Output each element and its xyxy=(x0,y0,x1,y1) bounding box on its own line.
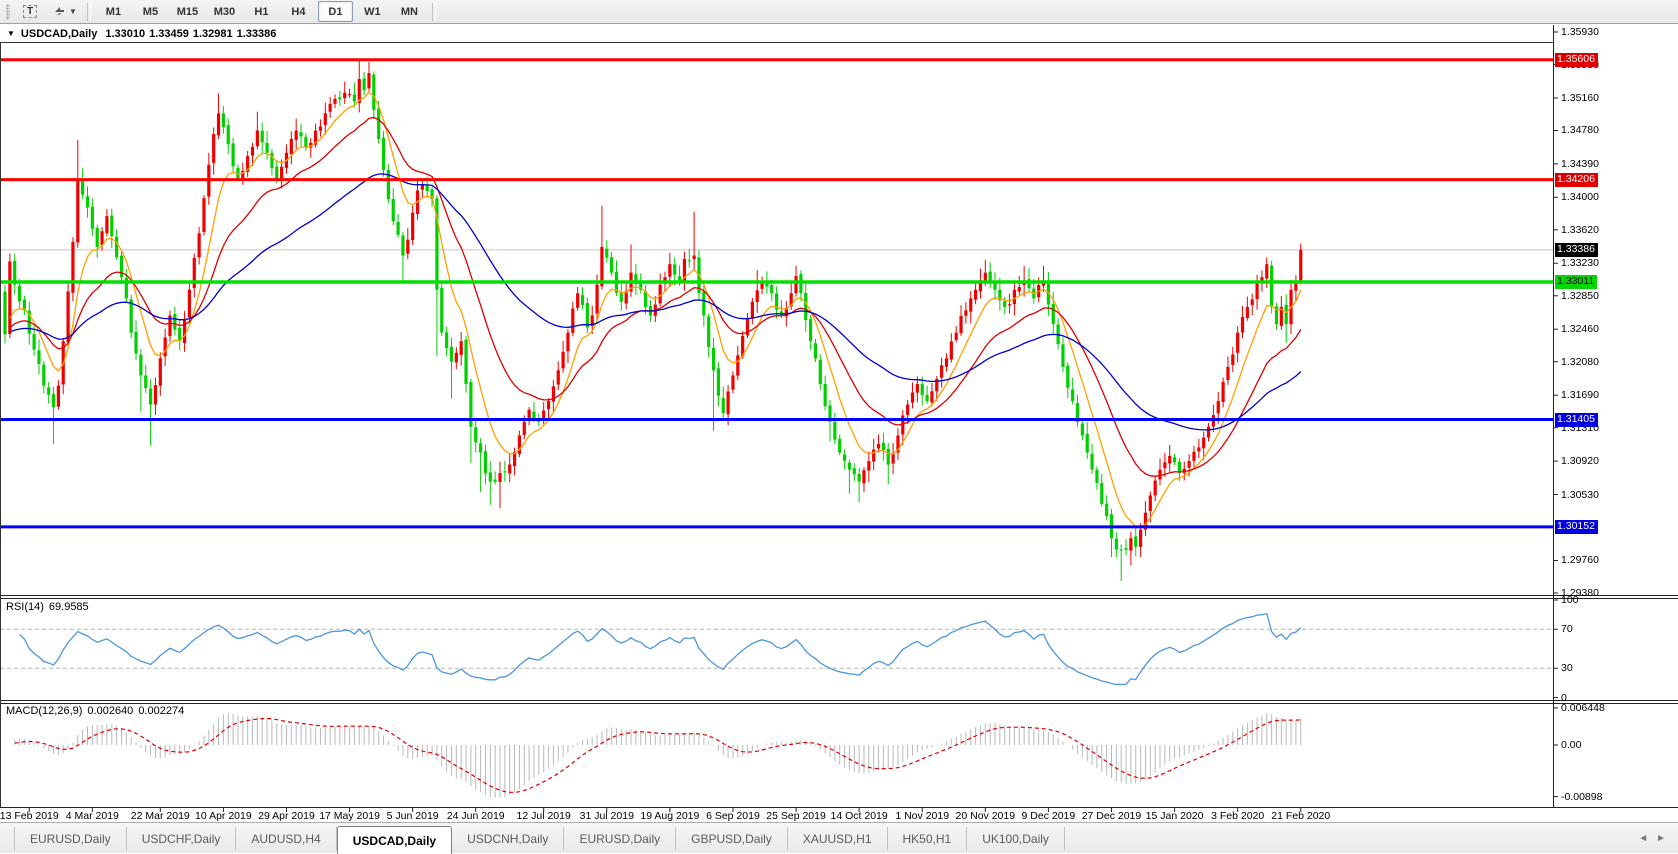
chart-canvas[interactable] xyxy=(0,0,1678,853)
rsi-value: 69.9585 xyxy=(49,601,89,613)
date-tick-label: 4 Mar 2019 xyxy=(66,810,119,822)
tab-eurusd-daily-5[interactable]: EURUSD,Daily xyxy=(564,827,676,850)
date-tick-label: 13 Feb 2019 xyxy=(0,810,59,822)
tab-scroll-right-icon[interactable]: ► xyxy=(1656,833,1666,844)
date-tick-label: 25 Sep 2019 xyxy=(766,810,826,822)
macd-signal-value: 0.002274 xyxy=(138,705,184,717)
panel-frames xyxy=(0,25,1678,808)
macd-axis-tick: 0.006448 xyxy=(1561,702,1605,714)
tab-scroll-left-icon[interactable]: ◄ xyxy=(1638,833,1648,844)
tab-uk100-daily-9[interactable]: UK100,Daily xyxy=(967,827,1065,850)
macd-signal-line xyxy=(15,719,1301,793)
date-tick-label: 6 Sep 2019 xyxy=(706,810,760,822)
date-tick-label: 14 Oct 2019 xyxy=(831,810,888,822)
tab-audusd-h4-2[interactable]: AUDUSD,H4 xyxy=(236,827,336,850)
date-tick-label: 9 Dec 2019 xyxy=(1022,810,1076,822)
price-badge-1.34206: 1.34206 xyxy=(1555,173,1598,187)
price-axis-tick: 1.30530 xyxy=(1561,489,1599,501)
rsi-axis-tick: 100 xyxy=(1561,594,1579,606)
macd-histogram xyxy=(15,713,1301,798)
macd-axis-tick: -0.00898 xyxy=(1561,791,1602,803)
tab-xauusd-h1-7[interactable]: XAUUSD,H1 xyxy=(788,827,888,850)
rsi-level-lines xyxy=(0,629,1553,668)
date-tick-label: 20 Nov 2019 xyxy=(956,810,1016,822)
price-axis-tick: 1.29760 xyxy=(1561,554,1599,566)
tab-gbpusd-daily-6[interactable]: GBPUSD,Daily xyxy=(676,827,788,850)
axis-tick-marks xyxy=(29,32,1558,812)
price-axis-tick: 1.34000 xyxy=(1561,191,1599,203)
price-badge-1.35606: 1.35606 xyxy=(1555,53,1598,67)
price-axis-tick: 1.31690 xyxy=(1561,389,1599,401)
price-axis-tick: 1.34390 xyxy=(1561,158,1599,170)
date-tick-label: 19 Aug 2019 xyxy=(640,810,699,822)
macd-label: MACD(12,26,9)0.0026400.002274 xyxy=(6,705,184,717)
date-tick-label: 24 Jun 2019 xyxy=(447,810,505,822)
tab-eurusd-daily-0[interactable]: EURUSD,Daily xyxy=(14,827,127,850)
price-axis-tick: 1.32080 xyxy=(1561,356,1599,368)
price-badge-1.33386: 1.33386 xyxy=(1555,243,1598,257)
rsi-axis-tick: 70 xyxy=(1561,623,1573,635)
date-tick-label: 22 Mar 2019 xyxy=(131,810,190,822)
date-tick-label: 27 Dec 2019 xyxy=(1082,810,1142,822)
price-axis-tick: 1.30920 xyxy=(1561,455,1599,467)
date-tick-label: 31 Jul 2019 xyxy=(580,810,634,822)
date-tick-label: 21 Feb 2020 xyxy=(1271,810,1330,822)
price-axis-tick: 1.32850 xyxy=(1561,290,1599,302)
price-badge-1.31405: 1.31405 xyxy=(1555,413,1598,427)
candles-layer xyxy=(3,59,1302,581)
price-badge-1.33011: 1.33011 xyxy=(1555,275,1597,289)
macd-axis-tick: 0.00 xyxy=(1561,739,1581,751)
price-axis-tick: 1.33620 xyxy=(1561,224,1599,236)
rsi-label: RSI(14)69.9585 xyxy=(6,601,89,613)
date-tick-label: 5 Jun 2019 xyxy=(387,810,439,822)
symbol-tab-bar: EURUSD,DailyUSDCHF,DailyAUDUSD,H4USDCAD,… xyxy=(0,822,1678,853)
tab-hk50-h1-8[interactable]: HK50,H1 xyxy=(888,827,968,850)
price-axis-tick: 1.34780 xyxy=(1561,124,1599,136)
price-axis-tick: 1.35930 xyxy=(1561,26,1599,38)
tab-usdcad-daily-3[interactable]: USDCAD,Daily xyxy=(337,826,452,854)
date-tick-label: 17 May 2019 xyxy=(319,810,380,822)
date-tick-label: 10 Apr 2019 xyxy=(195,810,252,822)
date-tick-label: 1 Nov 2019 xyxy=(895,810,949,822)
date-tick-label: 12 Jul 2019 xyxy=(517,810,571,822)
tab-scroll-nav: ◄ ► xyxy=(1638,823,1678,853)
price-badge-1.30152: 1.30152 xyxy=(1555,520,1598,534)
price-axis-tick: 1.35160 xyxy=(1561,92,1599,104)
date-tick-label: 29 Apr 2019 xyxy=(258,810,315,822)
price-axis-tick: 1.33230 xyxy=(1561,257,1599,269)
date-tick-label: 15 Jan 2020 xyxy=(1146,810,1204,822)
tab-usdcnh-daily-4[interactable]: USDCNH,Daily xyxy=(452,827,564,850)
rsi-line xyxy=(20,614,1301,685)
date-tick-label: 3 Feb 2020 xyxy=(1211,810,1264,822)
rsi-axis-tick: 30 xyxy=(1561,662,1573,674)
price-axis-tick: 1.32460 xyxy=(1561,323,1599,335)
macd-main-value: 0.002640 xyxy=(87,705,133,717)
tab-usdchf-daily-1[interactable]: USDCHF,Daily xyxy=(127,827,237,850)
